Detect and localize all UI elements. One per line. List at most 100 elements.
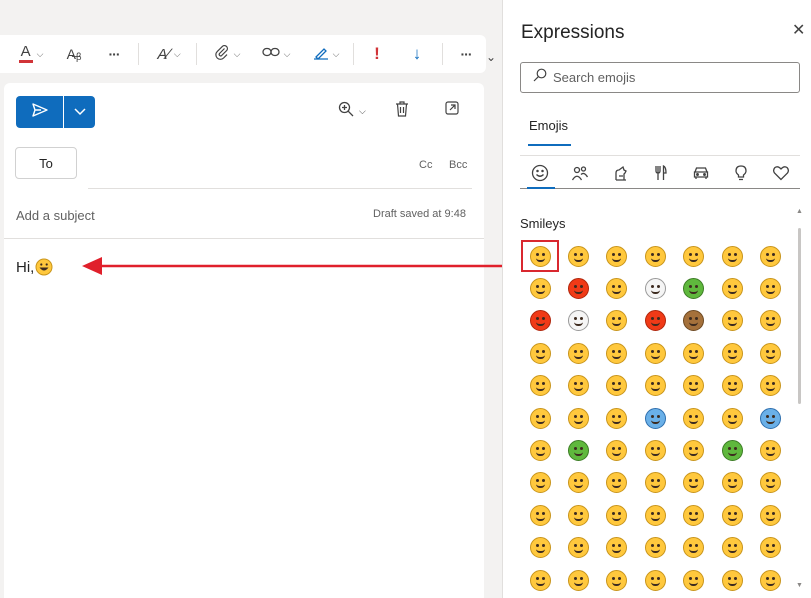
- close-icon[interactable]: ✕: [792, 20, 805, 40]
- more-options-button[interactable]: ···: [454, 39, 478, 69]
- send-button[interactable]: [16, 96, 63, 128]
- low-importance-button[interactable]: ↓: [405, 39, 429, 69]
- emoji-cell[interactable]: [559, 337, 597, 369]
- emoji-cell[interactable]: [559, 370, 597, 402]
- emoji-cell[interactable]: [521, 402, 559, 434]
- emoji-cell[interactable]: [713, 402, 751, 434]
- emoji-cell[interactable]: [636, 434, 674, 466]
- emoji-cell[interactable]: [751, 337, 789, 369]
- discard-button[interactable]: [395, 101, 409, 121]
- tab-emojis[interactable]: Emojis: [529, 118, 568, 133]
- emoji-cell-selected[interactable]: [521, 240, 560, 273]
- font-color-button[interactable]: A ⌵: [14, 39, 48, 69]
- emoji-cell[interactable]: [521, 305, 559, 337]
- emoji-cell[interactable]: [636, 240, 674, 272]
- emoji-cell[interactable]: [598, 434, 636, 466]
- emoji-cell[interactable]: [559, 272, 597, 304]
- emoji-cell[interactable]: [675, 402, 713, 434]
- emoji-cell[interactable]: [636, 370, 674, 402]
- emoji-cell[interactable]: [751, 434, 789, 466]
- emoji-cell[interactable]: [598, 564, 636, 596]
- emoji-cell[interactable]: [521, 370, 559, 402]
- emoji-cell[interactable]: [751, 370, 789, 402]
- emoji-cell[interactable]: [598, 272, 636, 304]
- emoji-cell[interactable]: [675, 370, 713, 402]
- category-symbols[interactable]: [771, 164, 791, 182]
- emoji-cell[interactable]: [675, 337, 713, 369]
- message-body[interactable]: Hi,: [16, 258, 53, 276]
- emoji-cell[interactable]: [598, 305, 636, 337]
- emoji-cell[interactable]: [713, 499, 751, 531]
- emoji-cell[interactable]: [559, 402, 597, 434]
- emoji-cell[interactable]: [751, 532, 789, 564]
- emoji-cell[interactable]: [636, 337, 674, 369]
- cc-button[interactable]: Cc: [419, 159, 432, 171]
- send-options-button[interactable]: [63, 96, 95, 128]
- emoji-cell[interactable]: [713, 467, 751, 499]
- emoji-cell[interactable]: [598, 532, 636, 564]
- emoji-cell[interactable]: [521, 272, 559, 304]
- emoji-cell[interactable]: [713, 305, 751, 337]
- emoji-cell[interactable]: [521, 499, 559, 531]
- emoji-cell[interactable]: [559, 532, 597, 564]
- emoji-cell[interactable]: [713, 240, 751, 272]
- emoji-cell[interactable]: [598, 467, 636, 499]
- emoji-cell[interactable]: [751, 272, 789, 304]
- emoji-cell[interactable]: [598, 499, 636, 531]
- toolbar-overflow-chevron-icon[interactable]: ⌄: [486, 50, 496, 64]
- category-food[interactable]: [650, 164, 670, 182]
- pop-out-button[interactable]: [445, 101, 459, 119]
- emoji-cell[interactable]: [521, 532, 559, 564]
- emoji-cell[interactable]: [521, 337, 559, 369]
- to-button[interactable]: To: [15, 147, 77, 179]
- search-input[interactable]: [553, 70, 793, 85]
- emoji-cell[interactable]: [713, 337, 751, 369]
- emoji-cell[interactable]: [598, 370, 636, 402]
- attach-file-button[interactable]: ⌵: [208, 39, 246, 69]
- emoji-cell[interactable]: [559, 564, 597, 596]
- emoji-cell[interactable]: [636, 499, 674, 531]
- emoji-cell[interactable]: [636, 564, 674, 596]
- emoji-cell[interactable]: [713, 272, 751, 304]
- emoji-cell[interactable]: [751, 467, 789, 499]
- emoji-cell[interactable]: [559, 240, 597, 272]
- emoji-cell[interactable]: [559, 467, 597, 499]
- emoji-scrollbar[interactable]: ▲ ▼: [796, 208, 803, 593]
- emoji-cell[interactable]: [713, 434, 751, 466]
- emoji-cell[interactable]: [598, 337, 636, 369]
- emoji-cell[interactable]: [713, 564, 751, 596]
- editor-button[interactable]: A∕ ⌵: [150, 39, 188, 69]
- emoji-cell[interactable]: [751, 402, 789, 434]
- signature-button[interactable]: ⌵: [307, 39, 345, 69]
- subject-input[interactable]: Add a subject: [16, 208, 95, 223]
- emoji-cell[interactable]: [559, 499, 597, 531]
- emoji-cell[interactable]: [636, 532, 674, 564]
- emoji-cell[interactable]: [675, 240, 713, 272]
- emoji-cell[interactable]: [675, 305, 713, 337]
- insert-link-button[interactable]: ⌵: [257, 39, 295, 69]
- emoji-cell[interactable]: [751, 240, 789, 272]
- emoji-search-box[interactable]: [520, 62, 800, 93]
- emoji-cell[interactable]: [751, 499, 789, 531]
- emoji-cell[interactable]: [675, 272, 713, 304]
- emoji-cell[interactable]: [675, 499, 713, 531]
- category-people[interactable]: [570, 164, 590, 182]
- more-format-button[interactable]: ···: [102, 39, 126, 69]
- scroll-up-icon[interactable]: ▲: [796, 208, 803, 215]
- emoji-cell[interactable]: [636, 402, 674, 434]
- emoji-cell[interactable]: [713, 532, 751, 564]
- emoji-cell[interactable]: [713, 370, 751, 402]
- clear-format-button[interactable]: A̶ᵦ: [62, 39, 86, 69]
- emoji-cell[interactable]: [598, 402, 636, 434]
- high-importance-button[interactable]: !: [365, 39, 389, 69]
- emoji-cell[interactable]: [636, 467, 674, 499]
- emoji-cell[interactable]: [751, 305, 789, 337]
- emoji-cell[interactable]: [675, 467, 713, 499]
- emoji-cell[interactable]: [521, 467, 559, 499]
- category-smileys[interactable]: [530, 164, 550, 182]
- category-animals[interactable]: [611, 164, 631, 182]
- emoji-cell[interactable]: [598, 240, 636, 272]
- emoji-cell[interactable]: [521, 434, 559, 466]
- emoji-cell[interactable]: [751, 564, 789, 596]
- category-objects[interactable]: [731, 164, 751, 182]
